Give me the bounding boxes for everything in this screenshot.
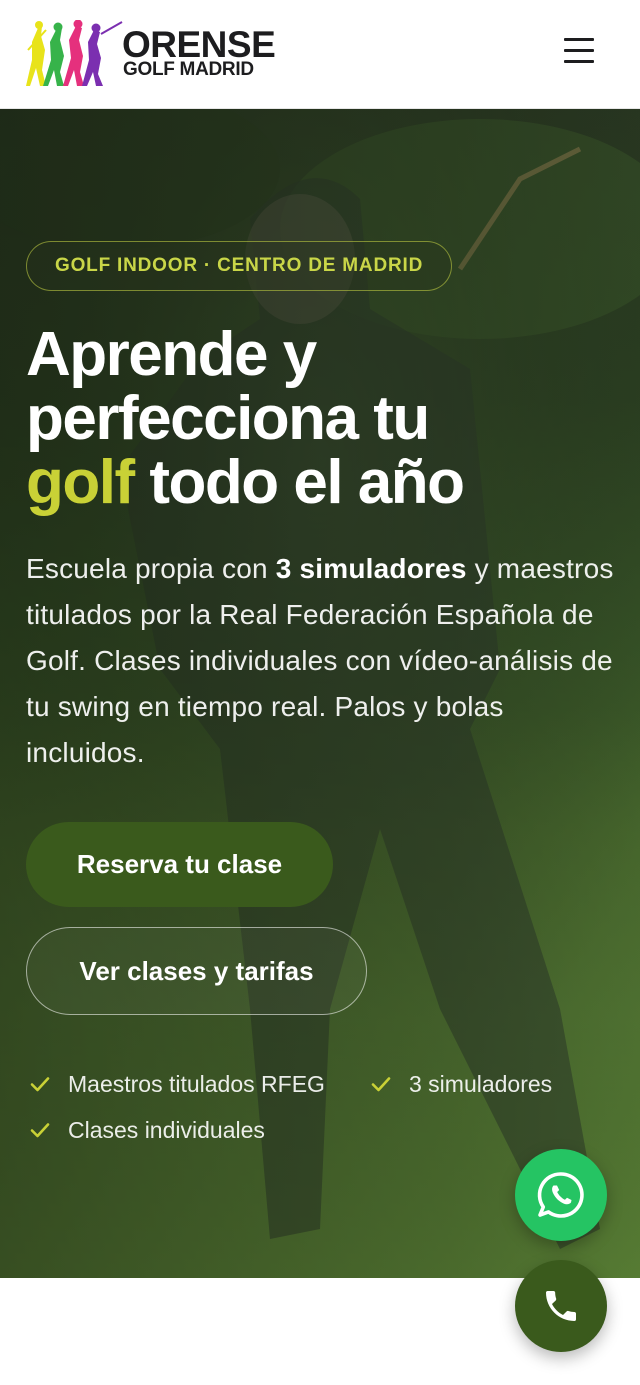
- book-class-button[interactable]: Reserva tu clase: [26, 822, 333, 907]
- view-classes-button[interactable]: Ver clases y tarifas: [26, 927, 367, 1015]
- logo-title: ORENSE: [122, 24, 276, 65]
- orense-golf-logo[interactable]: ORENSE GOLF MADRID: [26, 20, 276, 88]
- feature-item: Clases individuales: [28, 1115, 265, 1145]
- feature-item: 3 simuladores: [369, 1069, 552, 1099]
- check-icon: [371, 1077, 391, 1092]
- headline-line-3: todo el año: [133, 448, 465, 517]
- lead-text-end: y maestros titulados por la Real Federac…: [26, 553, 614, 768]
- phone-icon: [546, 1291, 576, 1321]
- hero-headline: Aprende y perfecciona tu golf todo el añ…: [26, 323, 626, 515]
- feature-item: Maestros titulados RFEG: [28, 1069, 325, 1099]
- feature-label: 3 simuladores: [409, 1070, 553, 1097]
- call-button[interactable]: [515, 1260, 607, 1352]
- whatsapp-button[interactable]: [515, 1149, 607, 1241]
- lead-text-start: Escuela propia con: [26, 553, 276, 584]
- check-icon: [30, 1077, 50, 1092]
- feature-label: Maestros titulados RFEG: [68, 1070, 325, 1097]
- headline-line-2: perfecciona tu: [26, 384, 430, 453]
- check-icon: [30, 1123, 50, 1138]
- location-badge: GOLF INDOOR · CENTRO DE MADRID: [26, 241, 453, 291]
- hero-section: GOLF INDOOR · CENTRO DE MADRID Aprende y…: [0, 109, 640, 1278]
- headline-line-1: Aprende y: [26, 320, 317, 389]
- hero-description: Escuela propia con 3 simuladores y maest…: [26, 546, 626, 776]
- headline-accent-word: golf: [26, 448, 135, 517]
- logo-subtitle: GOLF MADRID: [123, 59, 254, 80]
- hamburger-menu-icon[interactable]: [562, 38, 596, 70]
- golfer-figures-logo-icon: [26, 20, 123, 86]
- whatsapp-icon: [537, 1172, 584, 1218]
- feature-label: Clases individuales: [68, 1116, 265, 1143]
- site-header: ORENSE GOLF MADRID: [0, 0, 640, 109]
- lead-highlight: 3 simuladores: [275, 553, 467, 584]
